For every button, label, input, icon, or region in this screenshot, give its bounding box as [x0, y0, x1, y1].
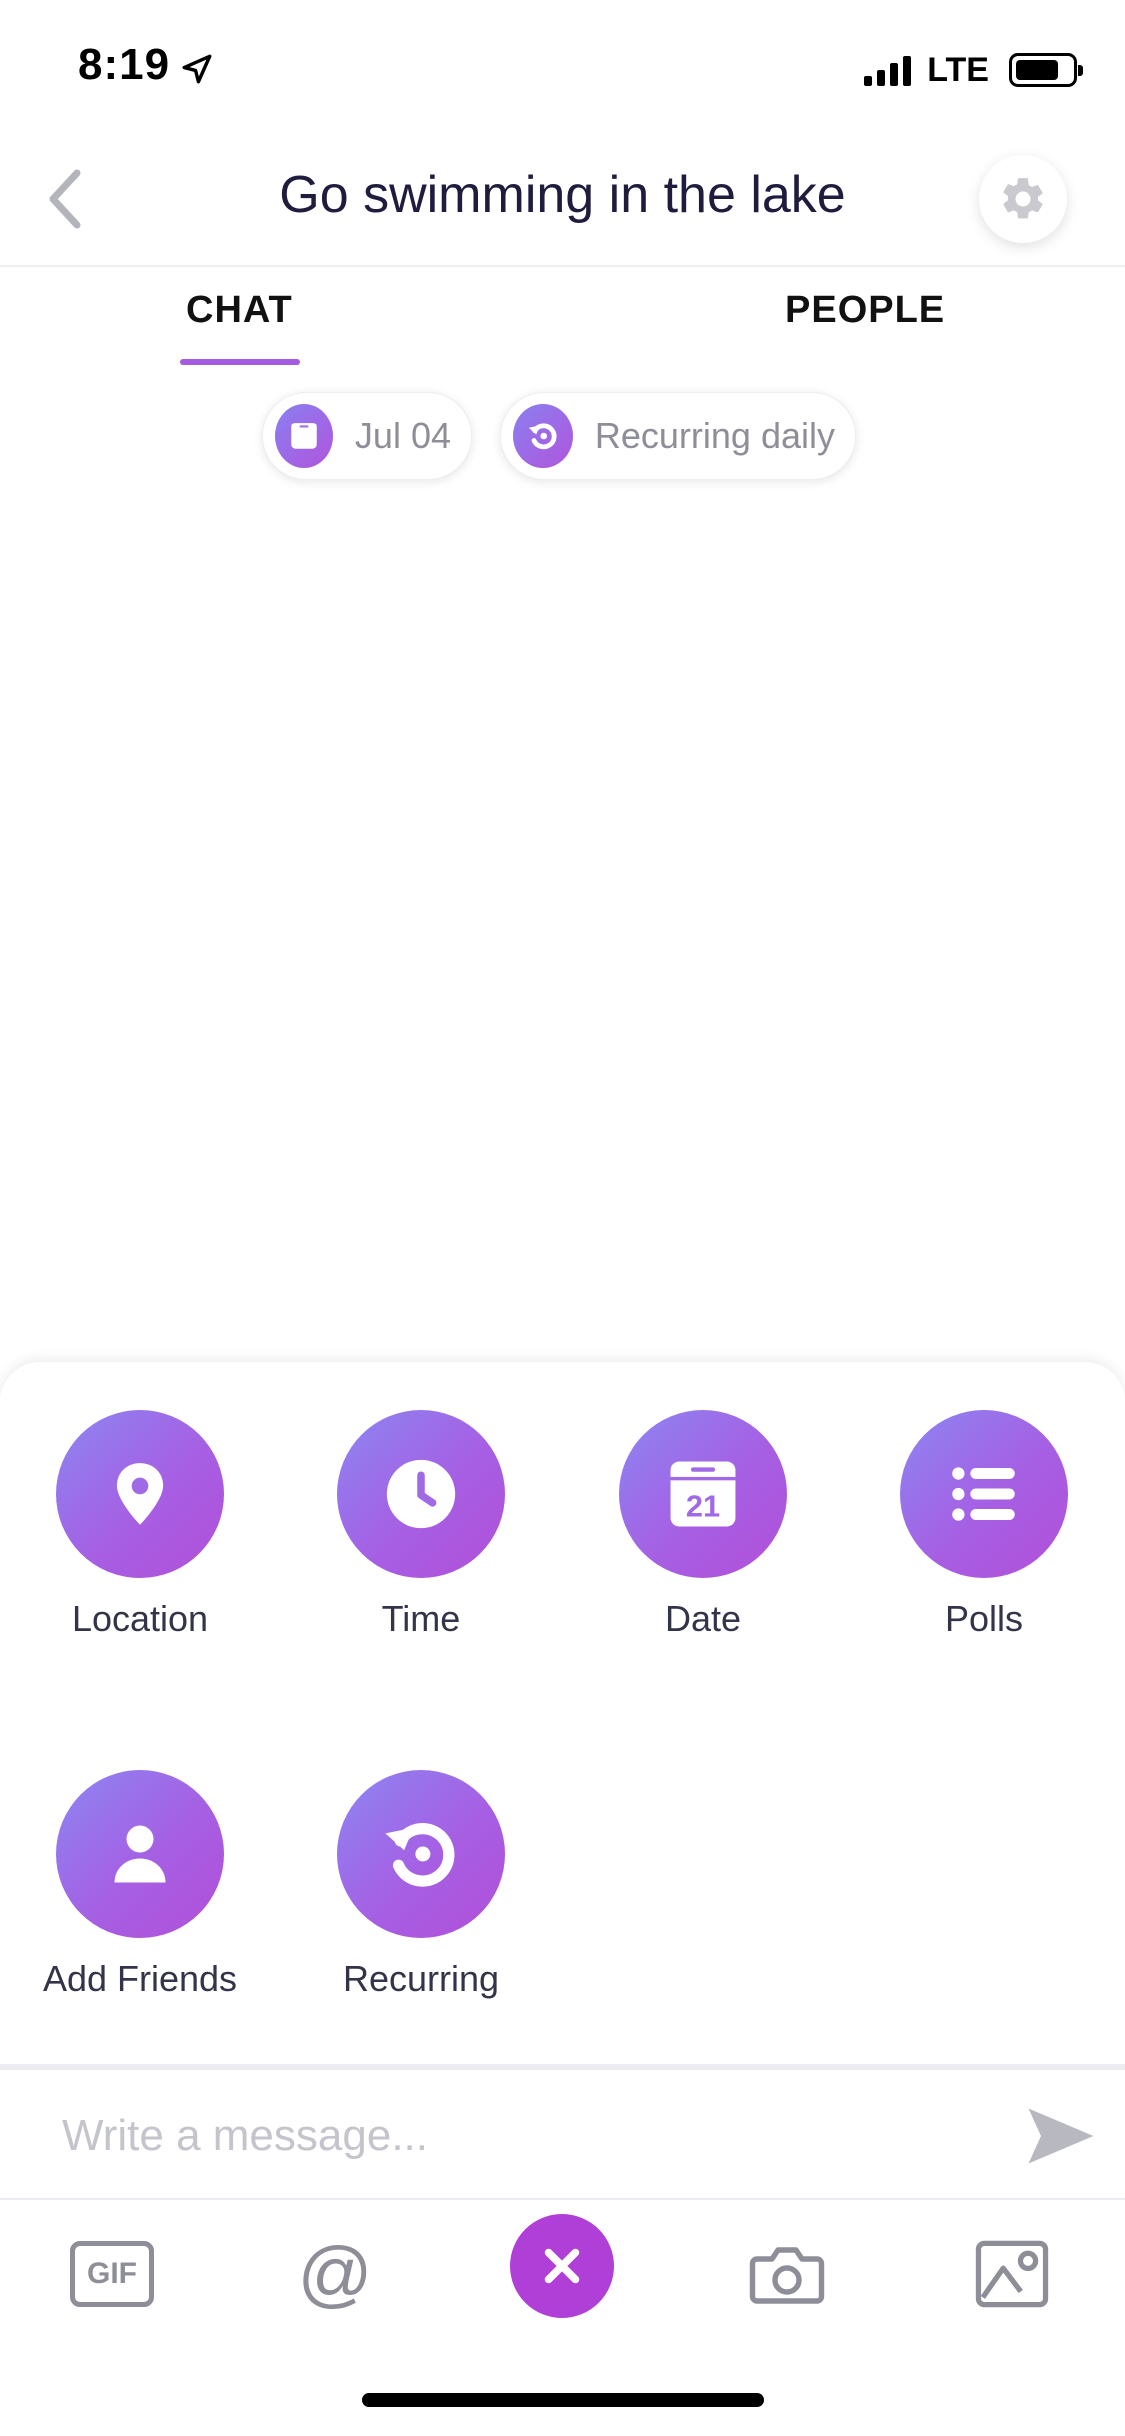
attachment-panel: Location Time 21 Date Polls Add Friends …: [0, 1362, 1125, 2064]
mention-button[interactable]: @: [285, 2232, 385, 2316]
event-chips: Jul 04 Recurring daily: [0, 392, 1125, 482]
message-bar: [0, 2064, 1125, 2200]
tab-people[interactable]: PEOPLE: [785, 289, 945, 332]
network-label: LTE: [927, 50, 989, 89]
date-label: Date: [664, 1598, 742, 1639]
send-button[interactable]: [1023, 2098, 1099, 2174]
battery-icon: [1009, 53, 1083, 87]
active-tab-indicator: [180, 359, 300, 365]
date-chip[interactable]: Jul 04: [262, 392, 472, 480]
location-label: Location: [71, 1598, 209, 1639]
status-indicators: LTE: [864, 48, 1083, 92]
tab-bar: CHAT PEOPLE: [0, 269, 1125, 369]
time-action[interactable]: Time: [301, 1410, 541, 1640]
status-bar: 8:19 LTE: [0, 0, 1125, 135]
image-icon: [975, 2240, 1049, 2308]
tab-chat[interactable]: CHAT: [186, 289, 293, 332]
camera-icon: [749, 2247, 825, 2304]
polls-label: Polls: [944, 1598, 1024, 1639]
bottom-toolbar: GIF @: [0, 2202, 1125, 2332]
clock-icon: [386, 1459, 456, 1529]
location-arrow-icon: [182, 54, 212, 84]
gif-button[interactable]: GIF: [62, 2232, 162, 2316]
list-icon: [952, 1467, 1015, 1521]
recurring-label: Recurring: [342, 1958, 500, 1999]
date-chip-label: Jul 04: [354, 415, 451, 456]
back-button[interactable]: [30, 159, 100, 239]
recurring-chip[interactable]: Recurring daily: [500, 392, 856, 480]
calendar-day: 21: [686, 1489, 720, 1524]
location-pin-icon: [116, 1463, 164, 1525]
signal-icon: [864, 54, 912, 86]
person-icon: [114, 1825, 166, 1883]
recurring-icon: [385, 1822, 455, 1887]
status-time: 8:19: [78, 40, 171, 89]
calendar-icon: 21: [670, 1461, 736, 1527]
close-icon: [544, 2248, 580, 2284]
add-friends-action[interactable]: Add Friends: [20, 1770, 260, 2000]
home-indicator: [362, 2393, 764, 2407]
send-icon: [1028, 2108, 1094, 2164]
close-attachments-button[interactable]: [510, 2214, 614, 2318]
gif-icon: GIF: [70, 2241, 154, 2307]
polls-action[interactable]: Polls: [864, 1410, 1104, 1640]
message-input[interactable]: [62, 2096, 962, 2176]
settings-button[interactable]: [979, 155, 1067, 243]
calendar-icon: [275, 404, 333, 468]
recurring-icon: [513, 404, 573, 468]
gear-icon: [1003, 178, 1043, 219]
add-friends-label: Add Friends: [42, 1958, 238, 1999]
chevron-left-icon: [49, 169, 81, 229]
at-icon: @: [297, 2232, 373, 2315]
header: Go swimming in the lake: [0, 135, 1125, 267]
recurring-action[interactable]: Recurring: [301, 1770, 541, 2000]
time-label: Time: [381, 1598, 461, 1639]
photo-library-button[interactable]: [962, 2232, 1062, 2316]
recurring-chip-label: Recurring daily: [594, 415, 835, 456]
date-action[interactable]: 21 Date: [583, 1410, 823, 1640]
location-action[interactable]: Location: [20, 1410, 260, 1640]
camera-button[interactable]: [737, 2232, 837, 2316]
page-title: Go swimming in the lake: [279, 166, 846, 224]
